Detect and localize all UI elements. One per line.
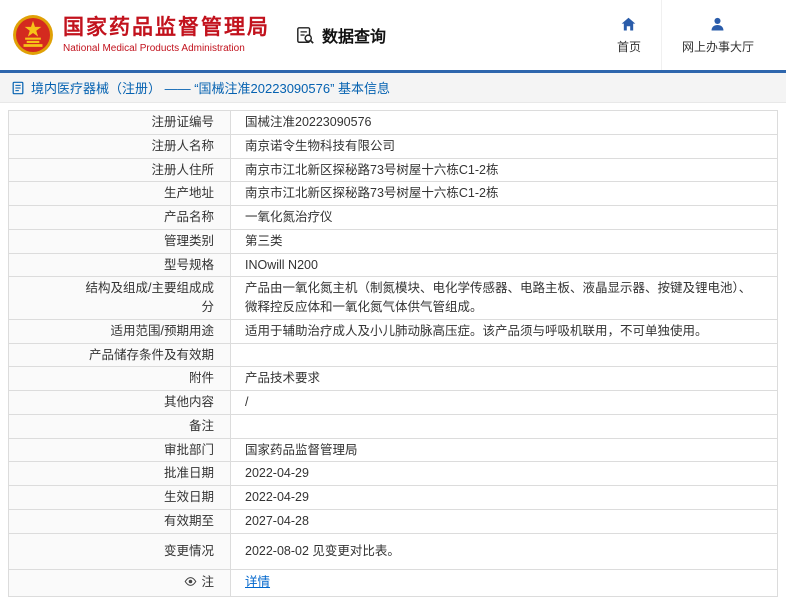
row-label: 批准日期 [8,461,231,486]
table-row: 注详情 [8,568,778,597]
table-row: 产品名称 一氧化氮治疗仪 [8,205,778,230]
nav-home-label: 首页 [616,39,641,54]
row-label: 管理类别 [8,228,231,254]
brand-link[interactable]: 国家药品监督管理局 National Medical Products Admi… [12,14,270,56]
table-row: 批准日期 2022-04-29 [8,461,778,486]
row-label: 产品储存条件及有效期 [8,342,231,368]
row-value: 南京市江北新区探秘路73号树屋十六栋C1-2栋 [230,181,778,206]
row-value: 2022-08-02 见变更对比表。 [230,532,778,570]
table-row: 审批部门 国家药品监督管理局 [8,437,778,463]
brand-text: 国家药品监督管理局 National Medical Products Admi… [63,16,270,53]
row-value: INOwill N200 [230,252,778,278]
detail-table-body: 注册证编号 国械注准20223090576 注册人名称 南京诺令生物科技有限公司 注册人… [8,110,778,597]
row-label: 注册证编号 [8,110,231,135]
row-label: 其他内容 [8,390,231,415]
row-label: 产品名称 [8,205,231,230]
row-value: 2022-04-29 [230,461,778,486]
row-value: 适用于辅助治疗成人及小儿肺动脉高压症。该产品须与呼吸机联用，不可单独使用。 [230,318,778,344]
row-label: 适用范围/预期用途 [8,318,231,344]
row-label: 生效日期 [8,485,231,510]
table-row: 生产地址 南京市江北新区探秘路73号树屋十六栋C1-2栋 [8,181,778,206]
row-label: 型号规格 [8,252,231,278]
row-value: 南京市江北新区探秘路73号树屋十六栋C1-2栋 [230,157,778,183]
row-label: 注 [8,568,231,597]
breadcrumb: 境内医疗器械（注册） —— “国械注准20223090576” 基本信息 [0,73,786,103]
table-row: 注册证编号 国械注准20223090576 [8,110,778,135]
row-label: 审批部门 [8,437,231,463]
nav-home[interactable]: 首页 [597,0,661,70]
document-icon [11,81,25,95]
detail-table: 注册证编号 国械注准20223090576 注册人名称 南京诺令生物科技有限公司 注册人… [8,110,778,597]
table-row: 生效日期 2022-04-29 [8,485,778,510]
table-row: 附件 产品技术要求 [8,366,778,391]
table-row: 其他内容 / [8,390,778,415]
table-row: 型号规格 INOwill N200 [8,252,778,278]
row-value: 国械注准20223090576 [230,110,778,135]
table-row: 适用范围/预期用途 适用于辅助治疗成人及小儿肺动脉高压症。该产品须与呼吸机联用，不… [8,318,778,344]
row-value: 2027-04-28 [230,508,778,534]
row-label: 注册人住所 [8,157,231,183]
table-row: 备注 [8,413,778,439]
row-value: / [230,390,778,415]
row-label: 结构及组成/主要组成成分 [8,276,231,320]
table-row: 注册人名称 南京诺令生物科技有限公司 [8,133,778,159]
row-value: 2022-04-29 [230,485,778,510]
row-label: 附件 [8,366,231,391]
page-title: 境内医疗器械（注册） —— “国械注准20223090576” 基本信息 [31,81,391,96]
data-query-label: 数据查询 [322,29,387,46]
national-emblem-icon [12,14,54,56]
row-value: 一氧化氮治疗仪 [230,205,778,230]
row-value [230,342,778,368]
row-value: 国家药品监督管理局 [230,437,778,463]
row-label: 注册人名称 [8,133,231,159]
table-row: 变更情况 2022-08-02 见变更对比表。 [8,532,778,570]
org-name-en: National Medical Products Administration [63,42,245,54]
table-row: 注册人住所 南京市江北新区探秘路73号树屋十六栋C1-2栋 [8,157,778,183]
data-query-button[interactable]: 数据查询 [296,23,386,47]
row-value: 第三类 [230,228,778,254]
table-row: 结构及组成/主要组成成分 产品由一氧化氮主机（制氮模块、电化学传感器、电路主板、液… [8,276,778,320]
detail-table-container: 注册证编号 国械注准20223090576 注册人名称 南京诺令生物科技有限公司 注册人… [0,103,786,607]
row-label: 生产地址 [8,181,231,206]
org-name-cn: 国家药品监督管理局 [63,16,270,40]
row-label: 备注 [8,413,231,439]
nav-hall-label: 网上办事大厅 [681,39,754,54]
row-label: 有效期至 [8,508,231,534]
table-row: 管理类别 第三类 [8,228,778,254]
person-icon [709,16,726,33]
header: 国家药品监督管理局 National Medical Products Admi… [0,0,786,70]
row-value: 产品技术要求 [230,366,778,391]
document-search-icon [296,26,315,45]
header-nav: 首页 网上办事大厅 [597,0,774,70]
nav-online-hall[interactable]: 网上办事大厅 [660,0,774,70]
row-value: 南京诺令生物科技有限公司 [230,133,778,159]
row-value [230,413,778,439]
eye-icon [184,575,197,588]
table-row: 有效期至 2027-04-28 [8,508,778,534]
row-label: 变更情况 [8,532,231,570]
row-value: 产品由一氧化氮主机（制氮模块、电化学传感器、电路主板、液晶显示器、按键及锂电池）… [230,276,778,320]
home-icon [620,16,637,33]
detail-link[interactable]: 详情 [245,575,270,589]
row-value: 详情 [230,568,778,597]
table-row: 产品储存条件及有效期 [8,342,778,368]
